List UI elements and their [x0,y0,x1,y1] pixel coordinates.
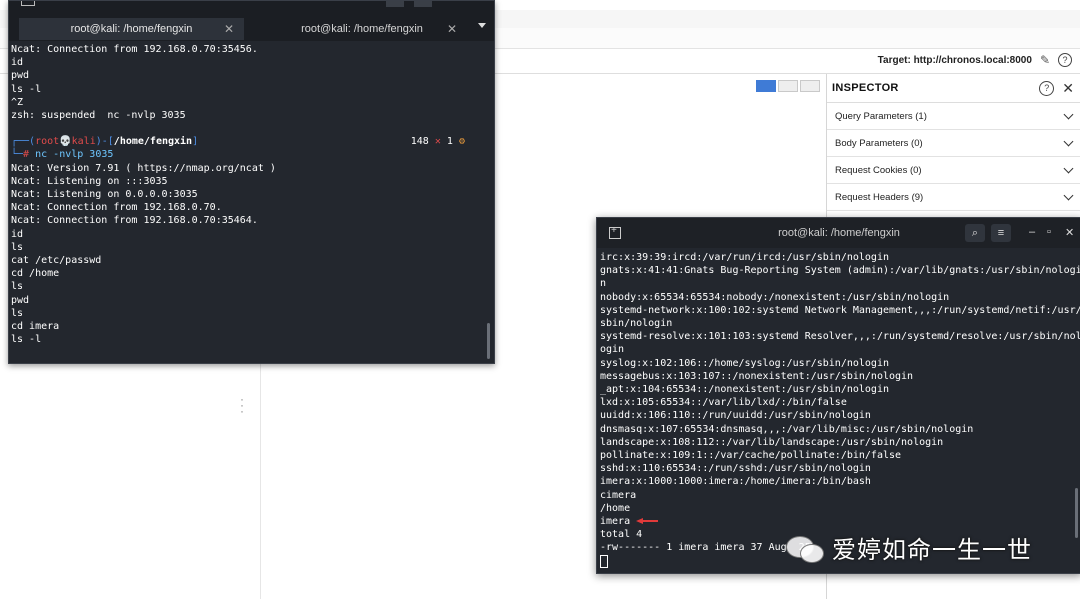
scrollbar[interactable] [1075,488,1078,538]
search-button[interactable] [386,1,404,7]
output-line: zsh: suspended nc -nvlp 3035 [11,110,186,122]
output-line: Ncat: Listening on 0.0.0.0:3035 [11,189,198,201]
inspector-header: INSPECTOR ? ✕ [827,74,1080,103]
output-line: landscape:x:108:112::/var/lib/landscape:… [600,436,944,448]
output-line: pwd [11,70,30,82]
output-line: ^Z [11,96,24,108]
menu-icon[interactable]: ≡ [991,224,1011,242]
output-line: Ncat: Version 7.91 ( https://nmap.org/nc… [11,162,276,174]
output-line: sbin/nologin [600,318,673,330]
chevron-down-icon [1063,163,1074,173]
output-line: gnats:x:41:41:Gnats Bug-Reporting System… [600,265,1080,277]
red-arrow-icon [636,518,659,525]
target-bar: Target: http://chronos.local:8000 ✎ ? [878,50,1072,70]
output-line: Ncat: Connection from 192.168.0.70:35456… [11,44,258,55]
terminal-output[interactable]: irc:x:39:39:ircd:/var/run/ircd:/usr/sbin… [600,251,1080,570]
terminal-icon [21,1,35,6]
output-line: systemd-resolve:x:101:103:systemd Resolv… [600,331,1080,343]
output-line: pwd [11,294,30,306]
output-line: ls [11,307,24,319]
menu-button[interactable] [414,1,432,7]
output-line: ls -l [11,83,42,95]
minimize-icon[interactable]: – [1029,226,1035,238]
output-line: uuidd:x:106:110::/run/uuidd:/usr/sbin/no… [600,410,871,422]
inspector-request-headers[interactable]: Request Headers (9) [827,184,1080,211]
output-line: n [600,278,607,290]
close-icon[interactable]: ✕ [1065,226,1074,239]
terminal-titlebar: root@kali: /home/fengxin ⌕ ≡ – ▫ ✕ [597,218,1080,248]
output-line: id [11,57,24,69]
output-line: ogin [600,344,625,356]
output-line: Ncat: Connection from 192.168.0.70:35464… [11,215,258,227]
output-line: Ncat: Listening on :::3035 [11,175,168,187]
chevron-down-icon [1063,136,1074,146]
watermark-text: 爱婷如命一生一世 [832,536,1032,564]
output-line: cimera [600,489,637,501]
chevron-down-icon [1063,190,1074,200]
output-line: cd /home [11,268,60,280]
view-toggle[interactable] [756,80,820,92]
single-view-icon[interactable] [800,80,820,92]
output-line: syslog:x:102:106::/home/syslog:/usr/sbin… [600,357,889,369]
terminal-window[interactable]: root@kali: /home/fengxin ✕ root@kali: /h… [8,0,495,364]
close-icon[interactable]: ✕ [1062,80,1074,97]
output-line: cd imera [11,321,60,333]
more-vertical-icon[interactable]: · · · [240,393,244,417]
maximize-icon[interactable]: ▫ [1047,226,1051,238]
output-line: sshd:x:110:65534::/run/sshd:/usr/sbin/no… [600,463,871,475]
edit-icon[interactable]: ✎ [1040,53,1050,67]
output-line: Ncat: Connection from 192.168.0.70. [11,202,222,214]
output-line: irc:x:39:39:ircd:/var/run/ircd:/usr/sbin… [600,252,889,263]
inspector-title: INSPECTOR [832,82,899,94]
terminal-window[interactable]: root@kali: /home/fengxin ⌕ ≡ – ▫ ✕ irc:x… [596,217,1080,574]
output-line: id [11,228,24,240]
inspector-request-cookies[interactable]: Request Cookies (0) [827,157,1080,184]
output-line: _apt:x:104:65534::/nonexistent:/usr/sbin… [600,384,889,396]
output-line: lxd:x:105:65534::/var/lib/lxd/:/bin/fals… [600,397,847,409]
chevron-down-icon [1063,109,1074,119]
cursor [600,554,608,568]
close-icon[interactable]: ✕ [447,22,457,36]
output-line: nobody:x:65534:65534:nobody:/nonexistent… [600,291,950,303]
output-line: imera:x:1000:1000:imera:/home/imera:/bin… [600,476,871,488]
terminal-tab[interactable]: root@kali: /home/fengxin ✕ [19,18,244,40]
new-tab-icon[interactable] [609,225,621,239]
output-line: cat /etc/passwd [11,255,102,267]
highlight-line: imera [600,515,1074,528]
close-icon[interactable]: ✕ [224,22,234,36]
terminal-tab-bar: root@kali: /home/fengxin ✕ root@kali: /h… [9,1,494,41]
output-line: ls [11,241,24,253]
output-line: dnsmasq:x:107:65534:dnsmasq,,,:/var/lib/… [600,423,974,435]
help-icon[interactable]: ? [1058,53,1072,67]
horizontal-view-icon[interactable] [778,80,798,92]
output-line: messagebus:x:103:107::/nonexistent:/usr/… [600,370,914,382]
watermark: 爱婷如命一生一世 [786,530,1032,565]
terminal-tab[interactable]: root@kali: /home/fengxin ✕ [257,18,467,40]
inspector-body-params[interactable]: Body Parameters (0) [827,130,1080,157]
prompt-status: 148 ✕ 1 ⚙ [410,136,465,148]
terminal-output[interactable]: Ncat: Connection from 192.168.0.70:35456… [11,43,481,346]
search-icon[interactable]: ⌕ [965,224,985,242]
split-view-icon[interactable] [756,80,776,92]
scrollbar[interactable] [487,323,490,359]
output-line: /home [600,502,631,514]
output-line: pollinate:x:109:1::/var/cache/pollinate:… [600,450,902,462]
inspector-query-params[interactable]: Query Parameters (1) [827,103,1080,130]
output-line: ls [11,281,24,293]
prompt-line-1: ┌──(root💀kali)-[/home/fengxin] 148 ✕ 1 ⚙ [11,136,465,148]
tab-menu-icon[interactable] [478,23,486,28]
wechat-icon [786,532,826,564]
target-label: Target: http://chronos.local:8000 [877,54,1032,66]
help-icon[interactable]: ? [1039,80,1055,96]
prompt-line-2: └─# nc -nvlp 3035 [11,149,114,161]
output-line: ls -l [11,334,42,346]
output-line: systemd-network:x:100:102:systemd Networ… [600,304,1080,316]
